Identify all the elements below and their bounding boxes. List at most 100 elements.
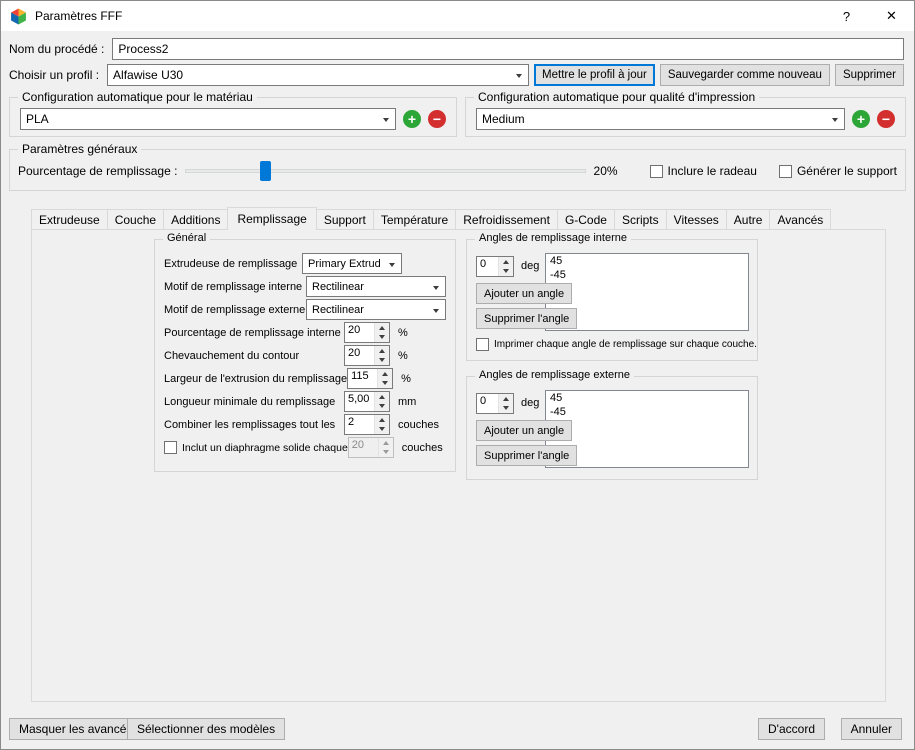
add-quality-button[interactable]: + (852, 110, 870, 128)
tab-vitesses[interactable]: Vitesses (665, 209, 727, 229)
general-params-group: Paramètres généraux Pourcentage de rempl… (9, 142, 906, 191)
select-models-button[interactable]: Sélectionner des modèles (127, 718, 286, 740)
internal-pattern-select[interactable]: Rectilinear (306, 276, 446, 297)
spin-down-icon[interactable] (375, 424, 389, 434)
diaphragm-checkbox[interactable]: Inclut un diaphragme solide chaque (164, 441, 348, 454)
external-angle-spinner[interactable]: 0 (476, 393, 514, 414)
internal-add-angle-button[interactable]: Ajouter un angle (476, 283, 573, 304)
external-pattern-row: Motif de remplissage externe Rectilinear (164, 298, 446, 321)
spin-down-icon[interactable] (375, 401, 389, 411)
spinner-arrows[interactable] (374, 346, 389, 365)
external-angles-group: Angles de remplissage externe 0 deg 45 -… (466, 369, 758, 480)
save-as-new-button[interactable]: Sauvegarder comme nouveau (659, 64, 830, 86)
profile-select[interactable]: Alfawise U30 (107, 64, 530, 86)
tab-couche[interactable]: Couche (106, 209, 165, 229)
combine-infill-spinner[interactable]: 2 (344, 414, 390, 435)
outline-overlap-spinner[interactable]: 20 (344, 345, 390, 366)
spin-up-icon[interactable] (499, 257, 513, 267)
spin-down-icon[interactable] (378, 378, 393, 388)
update-profile-button[interactable]: Mettre le profil à jour (534, 64, 655, 86)
include-raft-checkbox[interactable]: Inclure le radeau (649, 164, 757, 178)
spin-up-icon (378, 438, 393, 448)
external-pattern-select[interactable]: Rectilinear (306, 299, 446, 320)
spin-down-icon[interactable] (375, 355, 389, 365)
chevron-down-icon (433, 309, 439, 313)
slider-track[interactable] (185, 169, 586, 173)
cancel-button[interactable]: Annuler (840, 718, 902, 740)
spinner-value: 2 (348, 416, 355, 428)
process-name-row: Nom du procédé : (9, 38, 904, 60)
spinner-arrows[interactable] (374, 323, 389, 342)
spinner-arrows[interactable] (377, 369, 393, 388)
tab-autre[interactable]: Autre (725, 209, 771, 229)
list-item[interactable]: -45 (546, 405, 748, 419)
close-icon[interactable]: ✕ (869, 1, 914, 31)
ok-button[interactable]: D'accord (758, 718, 825, 740)
remove-material-button[interactable]: − (428, 110, 446, 128)
spin-down-icon[interactable] (499, 266, 513, 276)
external-angles-title: Angles de remplissage externe (475, 369, 635, 381)
list-item[interactable]: 45 (546, 254, 748, 268)
fill-general-group: Général Extrudeuse de remplissage Primar… (154, 232, 456, 472)
remove-quality-button[interactable]: − (877, 110, 895, 128)
external-add-angle-button[interactable]: Ajouter un angle (476, 420, 573, 441)
fill-extruder-label: Extrudeuse de remplissage (164, 257, 298, 270)
infill-percent-value: 20% (593, 164, 618, 178)
spinner-arrows (377, 438, 393, 457)
spinner-arrows[interactable] (498, 257, 513, 276)
hide-advanced-button[interactable]: Masquer les avancés (9, 718, 143, 740)
infill-slider-thumb[interactable] (260, 161, 272, 181)
unit-label: couches (401, 441, 443, 454)
tab-g-code[interactable]: G-Code (556, 209, 615, 229)
material-select-value: PLA (26, 112, 49, 126)
auto-config-quality-row: Medium + − (476, 108, 895, 130)
min-length-label: Longueur minimale du remplissage (164, 395, 336, 408)
help-icon[interactable]: ? (824, 1, 869, 31)
process-name-input[interactable] (112, 38, 904, 60)
internal-angle-spinner[interactable]: 0 (476, 256, 514, 277)
tab-extrudeuse[interactable]: Extrudeuse (31, 209, 108, 229)
tab-scripts[interactable]: Scripts (613, 209, 667, 229)
tab-additions[interactable]: Additions (163, 209, 229, 229)
tab-temperature[interactable]: Température (372, 209, 457, 229)
generate-support-checkbox[interactable]: Générer le support (778, 164, 897, 178)
spinner-arrows[interactable] (374, 392, 389, 411)
tab-support[interactable]: Support (315, 209, 374, 229)
spinner-arrows[interactable] (498, 394, 513, 413)
spin-down-icon[interactable] (375, 332, 389, 342)
external-remove-angle-button[interactable]: Supprimer l'angle (476, 445, 578, 466)
tab-remplissage[interactable]: Remplissage (227, 207, 317, 230)
infill-slider[interactable] (185, 161, 586, 181)
material-select[interactable]: PLA (20, 108, 396, 130)
internal-remove-angle-button[interactable]: Supprimer l'angle (476, 308, 578, 329)
diaphragm-spinner: 20 (347, 437, 394, 458)
list-item[interactable]: -45 (546, 268, 748, 282)
spin-down-icon[interactable] (499, 403, 513, 413)
add-material-button[interactable]: + (403, 110, 421, 128)
tab-refroidissement[interactable]: Refroidissement (455, 209, 558, 229)
fill-extruder-select[interactable]: Primary Extruder (302, 253, 402, 274)
spinner-value: 20 (348, 347, 361, 359)
chevron-down-icon (832, 118, 838, 122)
tab-avances[interactable]: Avancés (769, 209, 832, 229)
min-length-spinner[interactable]: 5,00 (344, 391, 390, 412)
chevron-down-icon (433, 286, 439, 290)
extrusion-width-spinner[interactable]: 115 (347, 368, 394, 389)
profile-select-value: Alfawise U30 (113, 68, 184, 82)
list-item[interactable]: 45 (546, 391, 748, 405)
spinner-value: 0 (480, 258, 487, 270)
spin-up-icon[interactable] (375, 415, 389, 425)
print-angle-per-layer-checkbox[interactable]: Imprimer chaque angle de remplissage sur… (476, 338, 757, 351)
spin-up-icon[interactable] (378, 369, 393, 379)
internal-angles-group: Angles de remplissage interne 0 deg 45 -… (466, 232, 758, 361)
internal-infill-percent-spinner[interactable]: 20 (344, 322, 390, 343)
diaphragm-row: Inclut un diaphragme solide chaque 20 co… (164, 436, 446, 459)
spin-up-icon[interactable] (499, 394, 513, 404)
external-pattern-value: Rectilinear (312, 303, 364, 316)
spinner-arrows[interactable] (374, 415, 389, 434)
delete-profile-button[interactable]: Supprimer (834, 64, 904, 86)
quality-select[interactable]: Medium (476, 108, 845, 130)
spin-up-icon[interactable] (375, 346, 389, 356)
spin-up-icon[interactable] (375, 323, 389, 333)
spin-up-icon[interactable] (375, 392, 389, 402)
